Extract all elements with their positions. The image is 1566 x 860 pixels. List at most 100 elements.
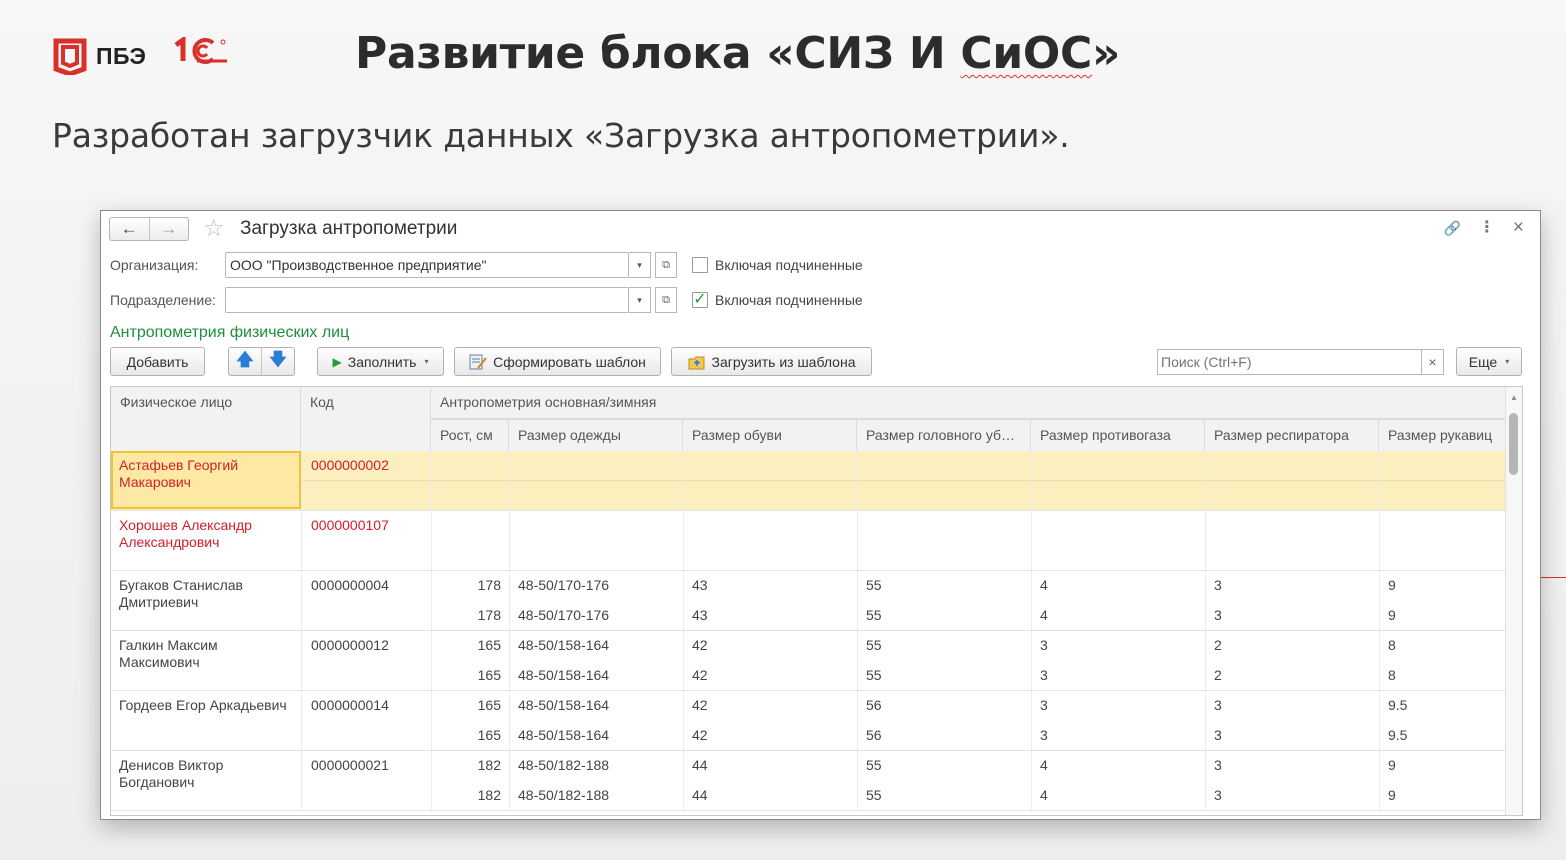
value-cell[interactable]: 3 bbox=[1214, 727, 1222, 743]
value-cell[interactable]: 55 bbox=[866, 637, 882, 653]
value-cell[interactable]: 182 bbox=[431, 787, 501, 803]
table-row[interactable]: Хорошев Александр Александрович 000000010… bbox=[111, 511, 1507, 571]
value-cell[interactable]: 3 bbox=[1214, 757, 1222, 773]
back-button[interactable]: ← bbox=[110, 218, 149, 240]
value-cell[interactable]: 48-50/158-164 bbox=[518, 667, 609, 683]
value-cell[interactable]: 56 bbox=[866, 727, 882, 743]
table-row[interactable]: Галкин Максим Максимович 0000000012 165 48-… bbox=[111, 631, 1507, 691]
more-button[interactable]: Еще ▾ bbox=[1456, 347, 1522, 376]
value-cell[interactable]: 2 bbox=[1214, 637, 1222, 653]
value-cell[interactable]: 48-50/182-188 bbox=[518, 787, 609, 803]
vertical-scrollbar[interactable]: ▲ bbox=[1505, 387, 1522, 815]
table-row[interactable]: Астафьев Георгий Макарович 0000000002 bbox=[111, 451, 1507, 511]
include-sub-checkbox-1[interactable] bbox=[692, 257, 708, 273]
org-open-icon[interactable]: ⧉ bbox=[655, 252, 677, 278]
value-cell[interactable]: 3 bbox=[1040, 637, 1048, 653]
value-cell[interactable]: 43 bbox=[692, 607, 708, 623]
close-icon[interactable]: × bbox=[1513, 218, 1524, 237]
value-cell[interactable]: 9.5 bbox=[1388, 697, 1407, 713]
value-cell[interactable]: 44 bbox=[692, 787, 708, 803]
link-icon[interactable]: 🔗 bbox=[1443, 219, 1460, 237]
value-cell[interactable]: 9 bbox=[1388, 607, 1396, 623]
column-header[interactable]: Размер одежды bbox=[509, 419, 683, 451]
value-cell[interactable]: 182 bbox=[431, 757, 501, 773]
code-cell[interactable]: 0000000021 bbox=[311, 757, 389, 773]
make-template-button[interactable]: Сформировать шаблон bbox=[454, 347, 661, 376]
value-cell[interactable]: 44 bbox=[692, 757, 708, 773]
code-cell[interactable]: 0000000012 bbox=[311, 637, 389, 653]
value-cell[interactable]: 3 bbox=[1214, 577, 1222, 593]
value-cell[interactable]: 42 bbox=[692, 727, 708, 743]
dept-dropdown-icon[interactable]: ▾ bbox=[629, 287, 651, 313]
column-header[interactable]: Размер рукавиц bbox=[1379, 419, 1507, 451]
value-cell[interactable]: 4 bbox=[1040, 787, 1048, 803]
value-cell[interactable]: 4 bbox=[1040, 577, 1048, 593]
table-row[interactable]: Бугаков Станислав Дмитриевич 0000000004 17… bbox=[111, 571, 1507, 631]
value-cell[interactable]: 48-50/170-176 bbox=[518, 577, 609, 593]
value-cell[interactable]: 2 bbox=[1214, 667, 1222, 683]
value-cell[interactable]: 55 bbox=[866, 607, 882, 623]
value-cell[interactable]: 178 bbox=[431, 607, 501, 623]
value-cell[interactable]: 48-50/158-164 bbox=[518, 697, 609, 713]
column-code[interactable]: Код bbox=[301, 387, 431, 451]
table-row[interactable]: Денисов Виктор Богданович 0000000021 182 48… bbox=[111, 751, 1507, 811]
value-cell[interactable]: 3 bbox=[1040, 697, 1048, 713]
person-name-cell[interactable]: Гордеев Егор Аркадьевич bbox=[119, 697, 299, 714]
code-cell[interactable]: 0000000004 bbox=[311, 577, 389, 593]
forward-button[interactable]: → bbox=[148, 218, 189, 240]
more-menu-icon[interactable]: ⋮ bbox=[1479, 219, 1495, 237]
column-header[interactable]: Размер обуви bbox=[683, 419, 857, 451]
value-cell[interactable]: 178 bbox=[431, 577, 501, 593]
search-clear-icon[interactable]: × bbox=[1422, 349, 1444, 375]
scroll-up-icon[interactable]: ▲ bbox=[1510, 393, 1518, 402]
dept-field[interactable] bbox=[225, 287, 629, 313]
value-cell[interactable]: 48-50/182-188 bbox=[518, 757, 609, 773]
value-cell[interactable]: 55 bbox=[866, 787, 882, 803]
value-cell[interactable]: 3 bbox=[1214, 607, 1222, 623]
org-field[interactable]: ООО "Производственное предприятие" bbox=[225, 252, 629, 278]
column-header[interactable]: Рост, см bbox=[431, 419, 509, 451]
person-name-cell[interactable]: Денисов Виктор Богданович bbox=[119, 757, 299, 791]
favorite-star-icon[interactable]: ☆ bbox=[203, 217, 225, 241]
person-name-cell[interactable]: Галкин Максим Максимович bbox=[119, 637, 299, 671]
value-cell[interactable]: 165 bbox=[431, 727, 501, 743]
code-cell[interactable]: 0000000107 bbox=[311, 517, 389, 533]
value-cell[interactable]: 55 bbox=[866, 757, 882, 773]
column-header[interactable]: Размер респиратора bbox=[1205, 419, 1379, 451]
value-cell[interactable]: 4 bbox=[1040, 607, 1048, 623]
value-cell[interactable]: 9 bbox=[1388, 787, 1396, 803]
value-cell[interactable]: 42 bbox=[692, 667, 708, 683]
value-cell[interactable]: 48-50/158-164 bbox=[518, 727, 609, 743]
org-dropdown-icon[interactable]: ▾ bbox=[629, 252, 651, 278]
value-cell[interactable]: 3 bbox=[1214, 697, 1222, 713]
person-name-cell[interactable]: Астафьев Георгий Макарович bbox=[119, 457, 299, 491]
value-cell[interactable]: 9 bbox=[1388, 577, 1396, 593]
person-name-cell[interactable]: Бугаков Станислав Дмитриевич bbox=[119, 577, 299, 611]
move-up-icon[interactable]: 🡅 bbox=[229, 347, 262, 376]
value-cell[interactable]: 8 bbox=[1388, 637, 1396, 653]
value-cell[interactable]: 42 bbox=[692, 637, 708, 653]
code-cell[interactable]: 0000000014 bbox=[311, 697, 389, 713]
scroll-thumb[interactable] bbox=[1509, 413, 1518, 475]
value-cell[interactable]: 43 bbox=[692, 577, 708, 593]
value-cell[interactable]: 165 bbox=[431, 637, 501, 653]
value-cell[interactable]: 48-50/170-176 bbox=[518, 607, 609, 623]
column-person[interactable]: Физическое лицо bbox=[111, 387, 301, 451]
value-cell[interactable]: 8 bbox=[1388, 667, 1396, 683]
fill-button[interactable]: ▶ Заполнить ▾ bbox=[317, 347, 444, 376]
value-cell[interactable]: 55 bbox=[866, 577, 882, 593]
value-cell[interactable]: 3 bbox=[1040, 667, 1048, 683]
anthropometry-table[interactable]: Физическое лицо Код Антропометрия основн… bbox=[110, 386, 1523, 816]
search-input[interactable] bbox=[1157, 349, 1422, 375]
value-cell[interactable]: 55 bbox=[866, 667, 882, 683]
value-cell[interactable]: 165 bbox=[431, 667, 501, 683]
code-cell[interactable]: 0000000002 bbox=[311, 457, 389, 473]
value-cell[interactable]: 9 bbox=[1388, 757, 1396, 773]
value-cell[interactable]: 3 bbox=[1040, 727, 1048, 743]
add-button[interactable]: Добавить bbox=[110, 347, 205, 376]
table-row[interactable]: Гордеев Егор Аркадьевич 0000000014 165 48-5… bbox=[111, 691, 1507, 751]
value-cell[interactable]: 4 bbox=[1040, 757, 1048, 773]
person-name-cell[interactable]: Хорошев Александр Александрович bbox=[119, 517, 299, 551]
dept-open-icon[interactable]: ⧉ bbox=[655, 287, 677, 313]
value-cell[interactable]: 42 bbox=[692, 697, 708, 713]
